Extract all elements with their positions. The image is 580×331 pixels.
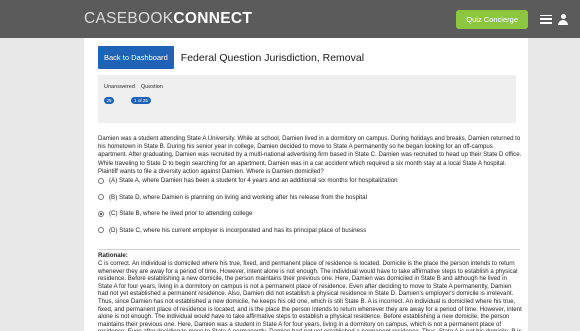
question-card: Back to Dashboard Federal Question Juris… bbox=[84, 38, 528, 331]
answer-label: (D) State C, where his current employer … bbox=[109, 226, 367, 234]
hamburger-menu-icon[interactable] bbox=[540, 14, 552, 24]
user-icon[interactable] bbox=[558, 13, 568, 25]
question-position-badge[interactable]: 1 of 25 bbox=[131, 97, 151, 104]
brand-logo[interactable]: CASEBOOKCONNECT bbox=[84, 10, 252, 28]
answer-label: (A) State A, where Damien has been a stu… bbox=[109, 177, 398, 184]
answer-option-d[interactable]: (D) State C, where his current employer … bbox=[98, 225, 522, 236]
rationale-heading: Rationale: bbox=[98, 252, 128, 259]
answer-option-c[interactable]: (C) State B, where he lived prior to att… bbox=[98, 208, 522, 219]
radio-button[interactable] bbox=[98, 177, 104, 184]
back-to-dashboard-button[interactable]: Back to Dashboard bbox=[98, 46, 174, 69]
rationale-text: C is correct. An individual is domiciled… bbox=[98, 260, 522, 331]
radio-button[interactable] bbox=[98, 194, 104, 200]
radio-button-selected[interactable] bbox=[98, 210, 104, 217]
question-label: Question bbox=[140, 84, 163, 90]
page-title: Federal Question Jurisdiction, Removal bbox=[180, 51, 365, 64]
answer-label: (B) State D, where Damien is planning on… bbox=[109, 193, 367, 201]
unanswered-count-badge[interactable]: 25 bbox=[104, 97, 114, 104]
answer-option-a[interactable]: (A) State A, where Damien has been a stu… bbox=[98, 175, 522, 186]
unanswered-label: Unanswered bbox=[104, 84, 135, 90]
question-status-panel: Unanswered Question 25 1 of 25 bbox=[98, 75, 516, 123]
answer-options: (A) State A, where Damien has been a stu… bbox=[98, 175, 522, 241]
answer-option-b[interactable]: (B) State D, where Damien is planning on… bbox=[98, 192, 522, 203]
radio-button[interactable] bbox=[98, 227, 104, 233]
quiz-concierge-button[interactable]: Quiz Concierge bbox=[456, 9, 528, 29]
top-navigation-bar: CASEBOOKCONNECT Quiz Concierge bbox=[0, 0, 580, 38]
question-stem: Damien was a student attending State A U… bbox=[98, 135, 522, 175]
answer-label: (C) State B, where he lived prior to att… bbox=[109, 210, 253, 217]
divider bbox=[98, 249, 520, 250]
